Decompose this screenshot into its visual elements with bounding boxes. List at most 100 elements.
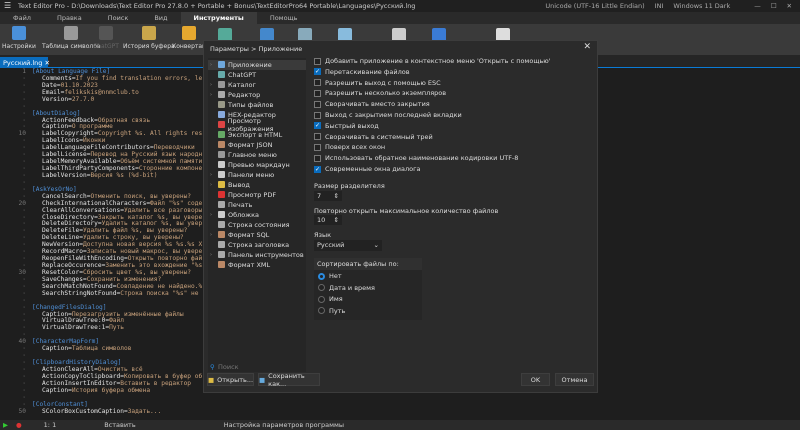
radio-circle[interactable] — [318, 307, 325, 314]
tree-item[interactable]: Просмотр PDF — [208, 190, 306, 200]
tree-item[interactable]: Печать — [208, 200, 306, 210]
theme-select[interactable]: Windows 11 Dark — [673, 2, 730, 10]
menu-tab[interactable]: Поиск — [95, 12, 142, 24]
checkmark-icon[interactable]: ✓ — [314, 165, 321, 173]
ribbon-button[interactable]: Конвертац — [172, 26, 206, 50]
tree-item[interactable]: Просмотр изображения — [208, 117, 306, 133]
minimize-button[interactable]: — — [754, 2, 761, 10]
checkbox-box[interactable] — [314, 111, 321, 119]
checkbox-box[interactable] — [314, 100, 321, 108]
checkmark-icon[interactable]: ✓ — [314, 68, 321, 76]
sort-radio[interactable]: Путь — [318, 307, 345, 315]
encoding-select[interactable]: Unicode (UTF-16 Little Endian) — [545, 2, 644, 10]
radio-circle[interactable] — [318, 295, 325, 303]
radio-circle[interactable] — [318, 284, 325, 291]
record-icon[interactable]: ● — [16, 421, 22, 429]
save-as-button[interactable]: ■ Сохранить как... — [258, 372, 320, 388]
language-select[interactable]: Русский ⌄ — [314, 240, 382, 251]
ribbon-button[interactable]: Таблица символов — [42, 26, 100, 50]
checkbox-box[interactable] — [314, 57, 321, 65]
option-checkbox[interactable]: Добавить приложение в контекстное меню '… — [314, 56, 551, 66]
tree-item[interactable]: › Приложение — [208, 60, 306, 70]
option-checkbox[interactable]: Разрешить выход с помощью ESC — [314, 78, 441, 88]
option-checkbox[interactable]: Сворачивать в системный трей — [314, 132, 433, 142]
ribbon-button[interactable]: ChatGPT — [93, 26, 119, 50]
tree-item[interactable]: Типы файлов — [208, 100, 306, 110]
maximize-button[interactable]: ☐ — [771, 2, 777, 10]
code-line: Caption=Таблица символов — [32, 345, 202, 352]
tree-item-label: Превью маркдаун — [228, 160, 290, 169]
checkbox-box[interactable] — [314, 154, 321, 162]
option-checkbox[interactable]: ✓ Быстрый выход — [314, 121, 379, 131]
tree-item[interactable]: Главное меню — [208, 150, 306, 160]
tree-item[interactable]: › Каталог — [208, 80, 306, 90]
option-checkbox[interactable]: ✓ Перетаскивание файлов — [314, 67, 410, 77]
menu-tab[interactable]: Вид — [141, 12, 180, 24]
option-checkbox[interactable]: Разрешить несколько экземпляров — [314, 88, 446, 98]
close-tab-icon[interactable]: ✕ — [44, 59, 49, 67]
sort-radio[interactable]: Имя — [318, 295, 343, 303]
line-number: · — [22, 144, 26, 152]
tree-item[interactable]: Превью маркдаун — [208, 160, 306, 170]
chevron-right-icon[interactable]: › — [210, 232, 215, 238]
checkbox-label: Сворачивать вместо закрытия — [325, 100, 430, 109]
tree-item[interactable]: › Панель инструментов — [208, 250, 306, 260]
chevron-right-icon[interactable]: › — [210, 172, 215, 178]
option-checkbox[interactable]: Сворачивать вместо закрытия — [314, 99, 430, 109]
chevron-right-icon[interactable]: › — [210, 82, 215, 88]
ok-button[interactable]: OK — [521, 373, 550, 386]
play-icon[interactable]: ▶ — [3, 421, 8, 429]
reopen-files-spinner[interactable]: 10 ⇕ — [314, 215, 342, 225]
tree-item[interactable]: › Редактор — [208, 90, 306, 100]
tree-item[interactable]: › Вывод — [208, 180, 306, 190]
tree-item[interactable]: Экспорт в HTML — [208, 130, 306, 140]
tree-item[interactable]: Строка состояния — [208, 220, 306, 230]
sort-radio[interactable]: Нет — [318, 272, 342, 280]
tree-item-label: ChatGPT — [228, 70, 257, 79]
key: Caption — [42, 386, 69, 394]
open-button[interactable]: ■ Открыть... — [207, 373, 254, 386]
checkbox-box[interactable] — [314, 133, 321, 141]
spin-arrows-icon[interactable]: ⇕ — [334, 216, 339, 224]
tree-item[interactable]: ChatGPT — [208, 70, 306, 80]
menu-tab[interactable]: Правка — [44, 12, 95, 24]
checkbox-box[interactable] — [314, 143, 321, 151]
splitter-size-spinner[interactable]: 7 ⇕ — [314, 191, 342, 201]
ribbon-button[interactable]: История буфера — [123, 26, 175, 50]
option-checkbox[interactable]: ✓ Современные окна диалога — [314, 164, 421, 174]
chevron-right-icon[interactable]: › — [210, 92, 215, 98]
checkbox-label: Выход с закрытием последней вкладки — [325, 111, 462, 119]
checkbox-box[interactable] — [314, 79, 321, 87]
spin-arrows-icon[interactable]: ⇕ — [334, 192, 339, 200]
close-dialog-button[interactable]: ✕ — [583, 42, 591, 52]
tree-item[interactable]: › Панели меню — [208, 170, 306, 180]
tree-item[interactable]: Формат JSON — [208, 140, 306, 150]
tree-item[interactable]: Формат XML — [208, 260, 306, 270]
checkbox-box[interactable] — [314, 89, 321, 97]
highlighter-select[interactable]: INI — [655, 2, 664, 10]
tree-item[interactable]: › Формат SQL — [208, 230, 306, 240]
close-window-button[interactable]: ✕ — [787, 2, 792, 10]
ribbon-button[interactable]: Настройки — [2, 26, 36, 50]
chevron-right-icon[interactable]: › — [210, 182, 215, 188]
chevron-right-icon[interactable]: › — [210, 62, 215, 68]
tree-item[interactable]: Строка заголовка — [208, 240, 306, 250]
menu-tab[interactable]: Файл — [0, 12, 44, 24]
sort-radio[interactable]: Дата и время — [318, 284, 375, 292]
cancel-button[interactable]: Отмена — [555, 373, 594, 386]
file-tab[interactable]: Русский.lng ✕ — [0, 57, 50, 68]
chevron-right-icon[interactable]: › — [210, 212, 215, 218]
tree-item[interactable]: › Обложка — [208, 210, 306, 220]
option-checkbox[interactable]: Выход с закрытием последней вкладки — [314, 110, 462, 120]
radio-circle[interactable] — [318, 272, 325, 280]
option-checkbox[interactable]: Использовать обратное наименование кодир… — [314, 153, 518, 163]
checkmark-icon[interactable]: ✓ — [314, 122, 321, 130]
menu-tab[interactable]: Инструменты — [180, 12, 257, 24]
option-checkbox[interactable]: Поверх всех окон — [314, 142, 385, 152]
menu-tab[interactable]: Помощь — [257, 12, 311, 24]
tree-item-label: Строка заголовка — [228, 240, 290, 249]
hamburger-menu-icon[interactable]: ☰ — [4, 1, 11, 10]
chevron-right-icon[interactable]: › — [210, 252, 215, 258]
